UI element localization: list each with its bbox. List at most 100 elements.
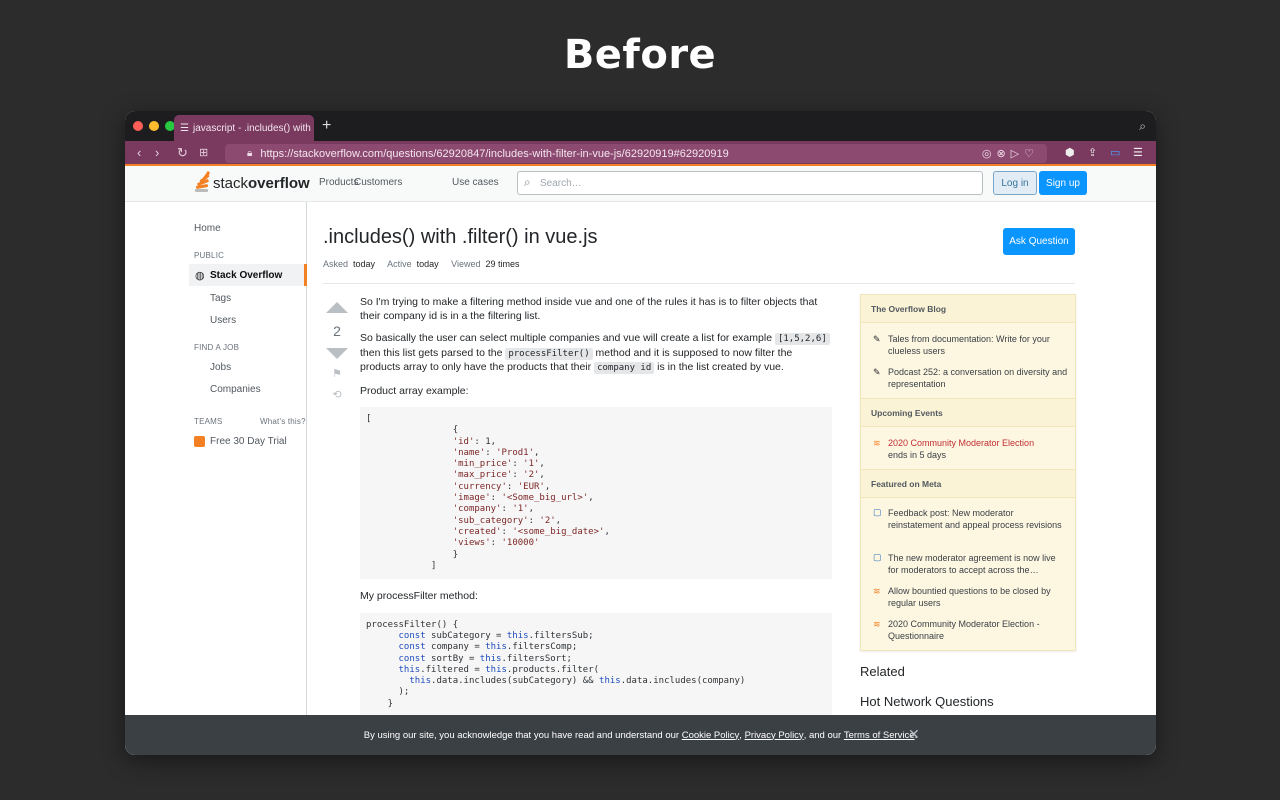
meta-item[interactable]: The new moderator agreement is now live … — [888, 552, 1068, 576]
product-array-label: Product array example: — [360, 384, 469, 397]
address-bar-row: ‹ › ↻ ⊞ 🔒︎ https://stackoverflow.com/que… — [125, 141, 1156, 166]
sidebar-item-users[interactable]: Users — [210, 315, 236, 326]
share-icon[interactable]: ⇪ — [1088, 146, 1097, 159]
login-button[interactable]: Log in — [993, 171, 1037, 195]
question-title[interactable]: .includes() with .filter() in vue.js — [323, 226, 598, 249]
process-filter-code-block: processFilter() { const subCategory = th… — [360, 612, 832, 718]
free-trial-link[interactable]: Free 30 Day Trial — [210, 436, 287, 447]
browser-window: ☰ javascript - .includes() with .fil + ⌕… — [125, 111, 1156, 755]
blog-item[interactable]: Tales from documentation: Write for your… — [888, 333, 1068, 357]
blog-header: The Overflow Blog — [861, 294, 1075, 323]
meta-item[interactable]: Feedback post: New moderator reinstateme… — [888, 507, 1068, 531]
close-window-button[interactable] — [133, 121, 143, 131]
stack-icon: ≋ — [873, 438, 881, 448]
privacy-policy-link[interactable]: Privacy Policy — [745, 730, 804, 741]
terms-link[interactable]: Terms of Service — [844, 730, 915, 741]
search-icon: ⌕ — [524, 175, 531, 189]
sidebar-item-stack-overflow[interactable]: ◍ Stack Overflow — [189, 264, 307, 286]
related-heading: Related — [860, 664, 905, 679]
stackoverflow-logo[interactable]: stackoverflow — [193, 170, 310, 193]
question-paragraph: So I'm trying to make a filtering method… — [360, 296, 818, 322]
stack-icon: ≋ — [873, 586, 881, 596]
page-heading: Before — [563, 32, 717, 78]
meta-item[interactable]: 2020 Community Moderator Election - Ques… — [888, 618, 1068, 642]
tab-search-icon[interactable]: ⌕ — [1139, 119, 1146, 134]
meta-item[interactable]: Allow bountied questions to be closed by… — [888, 585, 1068, 609]
event-link[interactable]: 2020 Community Moderator Election — [888, 437, 1068, 449]
question-body: So I'm trying to make a filtering method… — [360, 296, 832, 728]
reload-icon[interactable]: ↻ — [177, 145, 188, 161]
chat-icon: ▢ — [873, 552, 882, 562]
ask-question-button[interactable]: Ask Question — [1003, 228, 1075, 255]
globe-icon: ◍ — [195, 270, 205, 282]
close-icon[interactable]: ✕ — [908, 726, 920, 743]
lock-icon: 🔒︎ — [247, 148, 253, 159]
upvote-icon[interactable] — [326, 302, 348, 313]
process-filter-label: My processFilter method: — [360, 590, 478, 603]
vote-cell: 2 ⚑ ⟲ — [325, 302, 349, 401]
sidebar-item-companies[interactable]: Companies — [210, 384, 261, 395]
minimize-window-button[interactable] — [149, 121, 159, 131]
cookie-policy-link[interactable]: Cookie Policy — [682, 730, 740, 741]
signup-button[interactable]: Sign up — [1039, 171, 1087, 195]
site-header: stackoverflow Products Customers Use cas… — [125, 166, 1156, 202]
event-countdown: ends in 5 days — [888, 450, 947, 460]
logo-text-bold: overflow — [248, 174, 310, 192]
vote-count: 2 — [333, 323, 341, 339]
meta-header: Featured on Meta — [861, 469, 1075, 498]
asked-label: Asked — [323, 259, 349, 269]
nav-use-cases[interactable]: Use cases — [452, 177, 499, 188]
sidebar-section-public: PUBLIC — [194, 251, 225, 260]
inline-code: company id — [594, 362, 655, 374]
search-input[interactable]: ⌕ Search… — [517, 171, 983, 195]
product-array-code-block: [ { 'id': 1, 'name': 'Prod1', 'min_price… — [360, 407, 832, 580]
blog-item[interactable]: Podcast 252: a conversation on diversity… — [888, 366, 1068, 390]
history-icon[interactable]: ⟲ — [325, 388, 349, 401]
nav-customers[interactable]: Customers — [354, 177, 402, 188]
whats-this-link[interactable]: What's this? — [260, 417, 306, 426]
active-label: Active — [387, 259, 412, 269]
stackoverflow-favicon-icon: ☰ — [180, 122, 189, 134]
viewed-value: 29 times — [485, 259, 520, 269]
new-tab-icon[interactable]: + — [322, 117, 331, 135]
sidebar-item-home[interactable]: Home — [194, 223, 221, 234]
teams-icon — [194, 436, 205, 447]
hot-questions-heading: Hot Network Questions — [860, 694, 994, 709]
search-placeholder: Search… — [540, 177, 582, 189]
overflow-blog-widget: The Overflow Blog ✎ Tales from documenta… — [860, 294, 1076, 651]
chat-icon: ▢ — [873, 507, 882, 517]
sidebar-section-teams: TEAMS — [194, 417, 223, 426]
tab-strip: ☰ javascript - .includes() with .fil + ⌕ — [125, 111, 1156, 141]
events-header: Upcoming Events — [861, 398, 1075, 427]
question-paragraph: So basically the user can select multipl… — [360, 332, 832, 376]
divider — [323, 283, 1075, 284]
pencil-icon: ✎ — [873, 334, 881, 344]
sidebar-item-jobs[interactable]: Jobs — [210, 362, 231, 373]
window-controls — [133, 121, 175, 131]
downvote-icon[interactable] — [326, 348, 348, 359]
shield-icon[interactable]: ⬢ — [1065, 146, 1075, 159]
inline-code: processFilter() — [505, 347, 593, 360]
viewed-label: Viewed — [451, 259, 481, 269]
cookie-banner: By using our site, you acknowledge that … — [125, 715, 1156, 755]
sidebar-item-tags[interactable]: Tags — [210, 293, 231, 304]
question-page: Home PUBLIC ◍ Stack Overflow Tags Users … — [125, 202, 1156, 755]
sidebar-toggle-icon[interactable]: ▭ — [1110, 146, 1120, 159]
url-action-icons[interactable]: ◎⊗▷♡ — [982, 147, 1039, 160]
inline-code: [1,5,2,6] — [774, 333, 830, 345]
menu-icon[interactable]: ☰ — [1133, 146, 1143, 159]
sidebar-section-find-a-job: FIND A JOB — [194, 343, 240, 352]
forward-icon[interactable]: › — [155, 145, 159, 160]
tab-title: javascript - .includes() with .fil — [192, 122, 314, 134]
back-icon[interactable]: ‹ — [137, 145, 141, 160]
pencil-icon: ✎ — [873, 367, 881, 377]
stack-logo-icon — [193, 170, 211, 193]
stack-icon: ≋ — [873, 619, 881, 629]
question-meta: Asked today Active today Viewed 29 times — [323, 259, 530, 269]
grid-icon[interactable]: ⊞ — [199, 146, 208, 159]
nav-products[interactable]: Products — [319, 177, 358, 188]
active-tab[interactable]: ☰ javascript - .includes() with .fil — [174, 115, 314, 141]
url-field[interactable]: 🔒︎ https://stackoverflow.com/questions/6… — [225, 144, 1047, 163]
bookmark-icon[interactable]: ⚑ — [325, 367, 349, 380]
active-value[interactable]: today — [417, 259, 439, 269]
